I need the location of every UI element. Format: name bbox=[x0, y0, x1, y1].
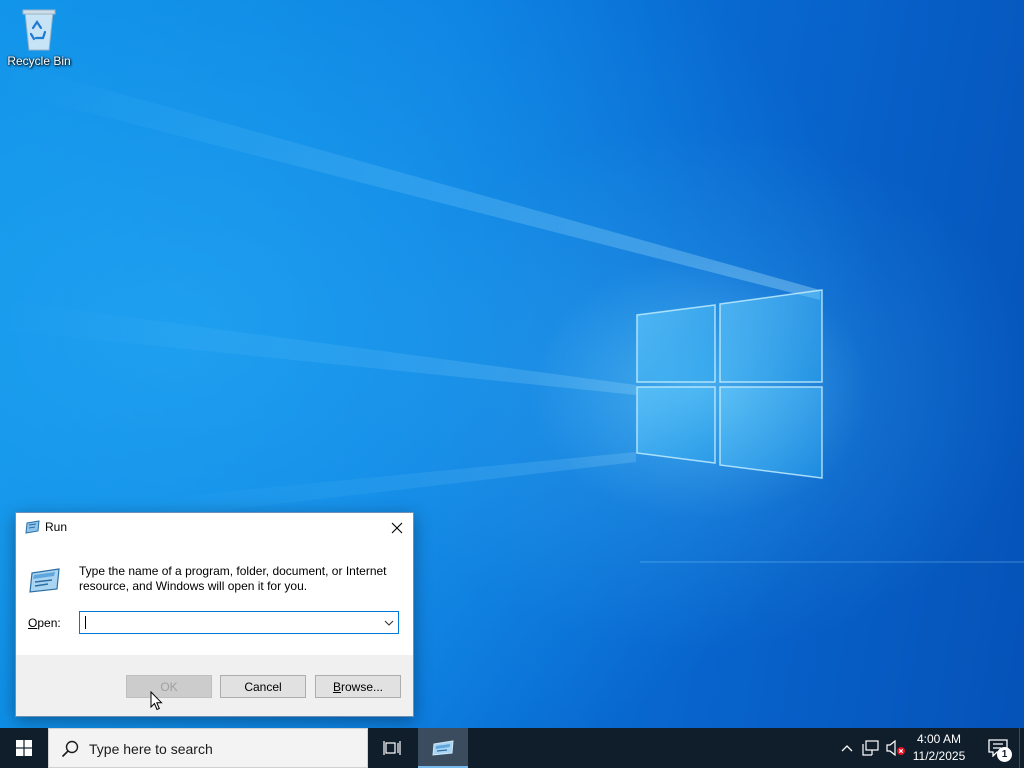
windows-start-icon bbox=[16, 740, 32, 756]
network-tray-button[interactable] bbox=[860, 728, 882, 768]
run-dialog-icon bbox=[29, 568, 60, 593]
volume-muted-icon bbox=[886, 740, 905, 756]
cancel-button[interactable]: Cancel bbox=[220, 675, 306, 698]
browse-mnemonic: B bbox=[332, 679, 341, 694]
open-input[interactable] bbox=[80, 612, 376, 633]
notification-count-badge: 1 bbox=[997, 747, 1012, 762]
dialog-titlebar[interactable]: Run bbox=[16, 513, 413, 542]
mouse-pointer-icon bbox=[150, 691, 163, 711]
dialog-description: Type the name of a program, folder, docu… bbox=[79, 564, 387, 593]
task-view-icon bbox=[383, 741, 401, 755]
open-combobox[interactable] bbox=[79, 611, 399, 634]
close-button[interactable] bbox=[381, 513, 413, 542]
taskbar-clock[interactable]: 4:00 AM 11/2/2025 bbox=[906, 728, 972, 768]
combobox-dropdown-button[interactable] bbox=[380, 612, 398, 633]
start-button[interactable] bbox=[0, 728, 48, 768]
dialog-title: Run bbox=[45, 520, 68, 534]
browse-button[interactable]: Browse... bbox=[315, 675, 401, 698]
dialog-button-bar: OK Cancel Browse... bbox=[16, 655, 413, 716]
close-icon bbox=[391, 522, 403, 533]
volume-tray-button[interactable] bbox=[884, 728, 908, 768]
network-icon bbox=[862, 740, 879, 756]
run-app-icon bbox=[25, 520, 40, 534]
open-label: Open: bbox=[28, 616, 61, 630]
taskbar-app-run[interactable] bbox=[418, 728, 468, 768]
chevron-down-icon bbox=[384, 620, 394, 626]
task-view-button[interactable] bbox=[368, 728, 416, 768]
taskbar: Type here to search 4:00 AM 11/2/2025 1 bbox=[0, 728, 1024, 768]
browse-label-rest: rowse... bbox=[341, 679, 384, 694]
text-caret bbox=[85, 616, 86, 629]
search-icon bbox=[61, 740, 79, 758]
clock-time: 4:00 AM bbox=[916, 732, 962, 746]
desktop-icon-label: Recycle Bin bbox=[7, 54, 71, 68]
clock-date: 11/2/2025 bbox=[912, 749, 966, 763]
run-app-icon bbox=[432, 740, 454, 756]
recycle-bin-icon bbox=[22, 9, 56, 51]
desktop-icon-recycle-bin[interactable]: Recycle Bin bbox=[4, 6, 74, 68]
open-label-mnemonic: O bbox=[28, 616, 38, 630]
chevron-up-icon bbox=[841, 745, 853, 752]
open-label-rest: pen: bbox=[37, 616, 61, 630]
ok-button[interactable]: OK bbox=[126, 675, 212, 698]
show-desktop-button[interactable] bbox=[1019, 728, 1024, 768]
taskbar-search-box[interactable]: Type here to search bbox=[48, 728, 368, 768]
run-dialog: Run Type the name of a program, folder, … bbox=[15, 512, 414, 717]
show-hidden-icons-button[interactable] bbox=[836, 728, 858, 768]
search-placeholder: Type here to search bbox=[89, 741, 213, 757]
action-center-button[interactable]: 1 bbox=[978, 728, 1018, 768]
